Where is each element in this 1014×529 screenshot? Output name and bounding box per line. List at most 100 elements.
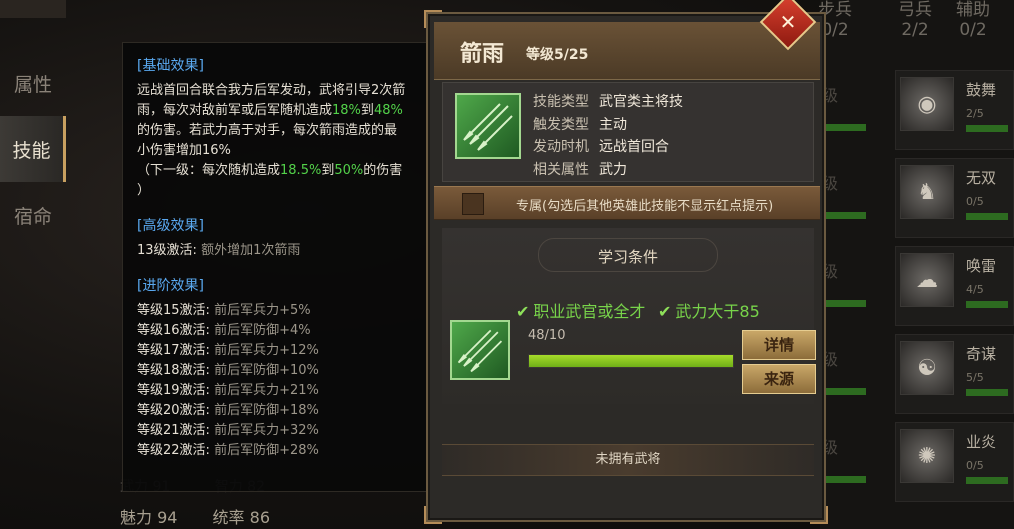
skill-card[interactable]: ◉ 鼓舞 2/5 bbox=[895, 70, 1014, 150]
skill-card[interactable]: ✺ 业炎 0/5 bbox=[895, 422, 1014, 502]
progression-key: 等级22激活: bbox=[137, 443, 210, 458]
tab-support-label: 辅助 bbox=[956, 0, 990, 20]
info-value: 远战首回合 bbox=[599, 139, 669, 155]
progression-item: 等级20激活: 前后军防御+18% bbox=[137, 401, 417, 421]
corner-ornament bbox=[810, 506, 828, 524]
covered-card-bar bbox=[820, 388, 866, 395]
covered-card-bar bbox=[820, 476, 866, 483]
skill-info-rows: 技能类型 武官类主将技 触发类型 主动 发动时机 远战首回合 相关属性 武力 bbox=[533, 91, 683, 181]
skill-card-level: 0/5 bbox=[966, 459, 984, 472]
basic-line-6: ） bbox=[137, 183, 151, 198]
basic-line-4: 小伤害增加16% bbox=[137, 143, 231, 158]
progression-key: 等级21激活: bbox=[137, 423, 210, 438]
progression-key: 等级16激活: bbox=[137, 323, 210, 338]
info-key: 触发类型 bbox=[533, 116, 589, 133]
progression-effect-title: [进阶效果] bbox=[137, 278, 204, 294]
covered-card-bar bbox=[820, 124, 866, 131]
progression-key: 等级18激活: bbox=[137, 363, 210, 378]
skill-card-name: 唤雷 bbox=[966, 257, 997, 275]
tab-archer-count: 2/2 bbox=[901, 20, 929, 40]
condition-career: ✔ 职业武官或全才 bbox=[516, 298, 645, 322]
left-nav: 属性 技能 宿命 bbox=[0, 50, 66, 248]
tab-archer[interactable]: 弓兵 2/2 bbox=[898, 0, 932, 40]
progression-key: 等级19激活: bbox=[137, 383, 210, 398]
basic-line-3: 的伤害。若武力高于对手，每次箭雨造成的最 bbox=[137, 123, 398, 138]
skill-card[interactable]: ♞ 无双 0/5 bbox=[895, 158, 1014, 238]
progression-item: 等级21激活: 前后军兵力+32% bbox=[137, 421, 417, 441]
skill-info-box: 技能类型 武官类主将技 触发类型 主动 发动时机 远战首回合 相关属性 武力 bbox=[442, 82, 814, 182]
tab-support-count: 0/2 bbox=[959, 20, 987, 40]
info-row: 发动时机 远战首回合 bbox=[533, 136, 683, 159]
fragment-progress-fill bbox=[529, 355, 733, 367]
advanced-effect-line: 13级激活: 额外增加1次箭雨 bbox=[137, 241, 417, 261]
basic-line-5-pre: （下一级：每次随机造成 bbox=[137, 163, 281, 178]
fragment-count: 48/10 bbox=[528, 328, 566, 343]
nav-item-attributes[interactable]: 属性 bbox=[0, 50, 66, 116]
source-button[interactable]: 来源 bbox=[742, 364, 816, 394]
command-stat: 统率 86 bbox=[212, 508, 270, 527]
corner-ornament bbox=[424, 506, 442, 524]
basic-line-2-mid: 到 bbox=[360, 103, 374, 118]
taiji-icon: ☯ bbox=[900, 341, 954, 395]
tab-support[interactable]: 辅助 0/2 bbox=[956, 0, 990, 40]
exclusive-checkbox[interactable] bbox=[462, 193, 484, 215]
skill-card[interactable]: ☯ 奇谋 5/5 bbox=[895, 334, 1014, 414]
advanced-key: 13级激活: bbox=[137, 243, 197, 258]
skill-card-name: 业炎 bbox=[966, 433, 997, 451]
skill-card-name: 无双 bbox=[966, 169, 997, 187]
learn-conditions: 学习条件 ✔ 职业武官或全才 ✔ 武力大于85 48/10 详情 来源 bbox=[442, 228, 816, 404]
info-key: 技能类型 bbox=[533, 94, 589, 110]
progression-value: 前后军兵力+21% bbox=[214, 383, 319, 398]
check-icon: ✔ bbox=[658, 302, 672, 321]
exclusive-label: 专属(勾选后其他英雄此技能不显示红点提示) bbox=[516, 199, 774, 214]
skill-card-level: 4/5 bbox=[966, 283, 984, 296]
advanced-value: 额外增加1次箭雨 bbox=[201, 243, 301, 258]
skill-card-bar bbox=[966, 477, 1008, 484]
info-row: 技能类型 武官类主将技 bbox=[533, 91, 683, 114]
condition-career-text: 职业武官或全才 bbox=[533, 302, 646, 321]
no-general-bar: 未拥有武将 bbox=[442, 444, 814, 476]
skill-card-level: 5/5 bbox=[966, 371, 984, 384]
basic-line-5: （下一级：每次随机造成18.5%到50%的伤害 bbox=[137, 161, 417, 181]
condition-force-text: 武力大于85 bbox=[675, 302, 760, 321]
nav-item-fate[interactable]: 宿命 bbox=[0, 182, 66, 248]
skill-card-name: 鼓舞 bbox=[966, 81, 997, 99]
covered-card-bar bbox=[820, 300, 866, 307]
progression-value: 前后军防御+18% bbox=[214, 403, 319, 418]
basic-effect-title: [基础效果] bbox=[137, 58, 204, 74]
info-value: 主动 bbox=[599, 116, 627, 133]
skill-card-level: 2/5 bbox=[966, 107, 984, 120]
basic-line-5-min: 18.5% bbox=[280, 163, 322, 178]
detail-button[interactable]: 详情 bbox=[742, 330, 816, 360]
progression-value: 前后军防御+4% bbox=[214, 323, 311, 338]
covered-card-bar bbox=[820, 212, 866, 219]
info-value: 武官类主将技 bbox=[599, 94, 683, 110]
basic-line-2-pre: 雨，每次对敌前军或后军随机造成 bbox=[137, 103, 333, 118]
skill-card-level: 0/5 bbox=[966, 195, 984, 208]
progression-key: 等级15激活: bbox=[137, 303, 210, 318]
basic-effect-text: 远战首回合联合我方后军发动，武将引导2次箭 雨，每次对敌前军或后军随机造成18%… bbox=[137, 81, 417, 201]
basic-line-5-mid: 到 bbox=[321, 163, 335, 178]
basic-line-5-post: 的伤害 bbox=[363, 163, 403, 178]
basic-line-5-max: 50% bbox=[334, 163, 364, 178]
info-key: 相关属性 bbox=[533, 161, 589, 178]
info-key: 发动时机 bbox=[533, 139, 589, 155]
progression-value: 前后军防御+28% bbox=[214, 443, 319, 458]
skill-card[interactable]: ☁ 唤雷 4/5 bbox=[895, 246, 1014, 326]
learn-title: 学习条件 bbox=[597, 248, 658, 266]
skill-effect-tooltip: [基础效果] 远战首回合联合我方后军发动，武将引导2次箭 雨，每次对敌前军或后军… bbox=[122, 42, 432, 492]
top-left-ornament bbox=[0, 0, 66, 18]
drum-icon: ◉ bbox=[900, 77, 954, 131]
progression-item: 等级16激活: 前后军防御+4% bbox=[137, 321, 417, 341]
progression-item: 等级19激活: 前后军兵力+21% bbox=[137, 381, 417, 401]
skill-card-bar bbox=[966, 213, 1008, 220]
check-icon: ✔ bbox=[516, 302, 530, 321]
fire-icon: ✺ bbox=[900, 429, 954, 483]
progression-key: 等级17激活: bbox=[137, 343, 210, 358]
tab-archer-label: 弓兵 bbox=[898, 0, 932, 20]
info-row: 触发类型 主动 bbox=[533, 114, 683, 137]
info-value: 武力 bbox=[599, 161, 627, 178]
basic-line-2: 雨，每次对敌前军或后军随机造成18%到48% bbox=[137, 101, 417, 121]
nav-item-skills[interactable]: 技能 bbox=[0, 116, 66, 182]
condition-force: ✔ 武力大于85 bbox=[658, 298, 760, 322]
